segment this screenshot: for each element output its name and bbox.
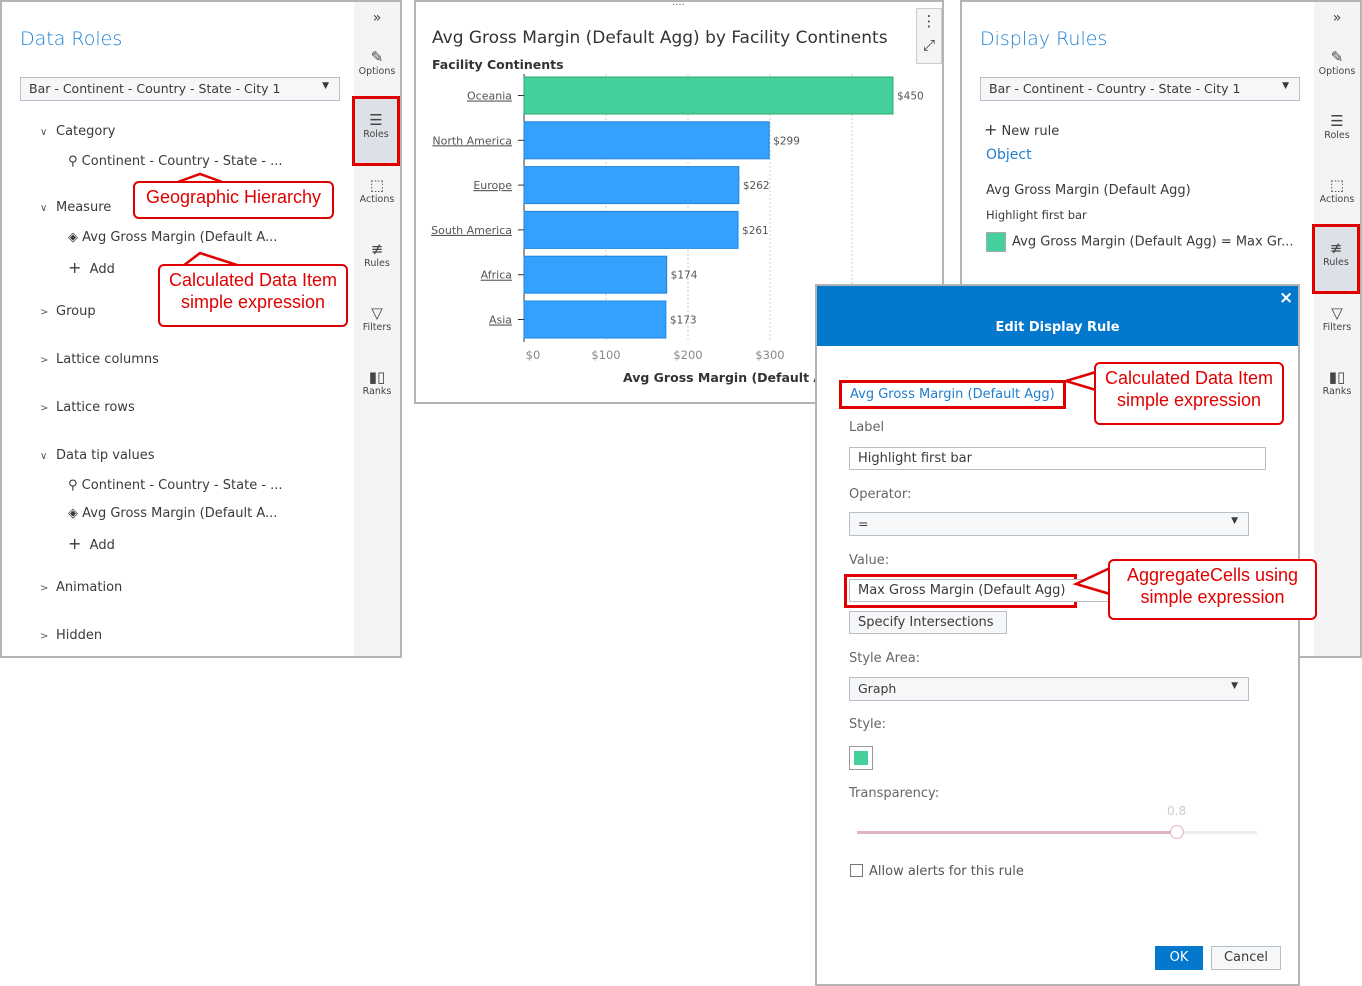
callout-calculated-item-dialog: Calculated Data Item simple expression — [1094, 362, 1284, 425]
callout-pointers — [174, 172, 1111, 596]
callout-geographic-hierarchy: Geographic Hierarchy — [133, 181, 334, 219]
callout-calculated-item: Calculated Data Item simple expression — [158, 264, 348, 327]
callout-aggregatecells: AggregateCells using simple expression — [1108, 559, 1317, 620]
